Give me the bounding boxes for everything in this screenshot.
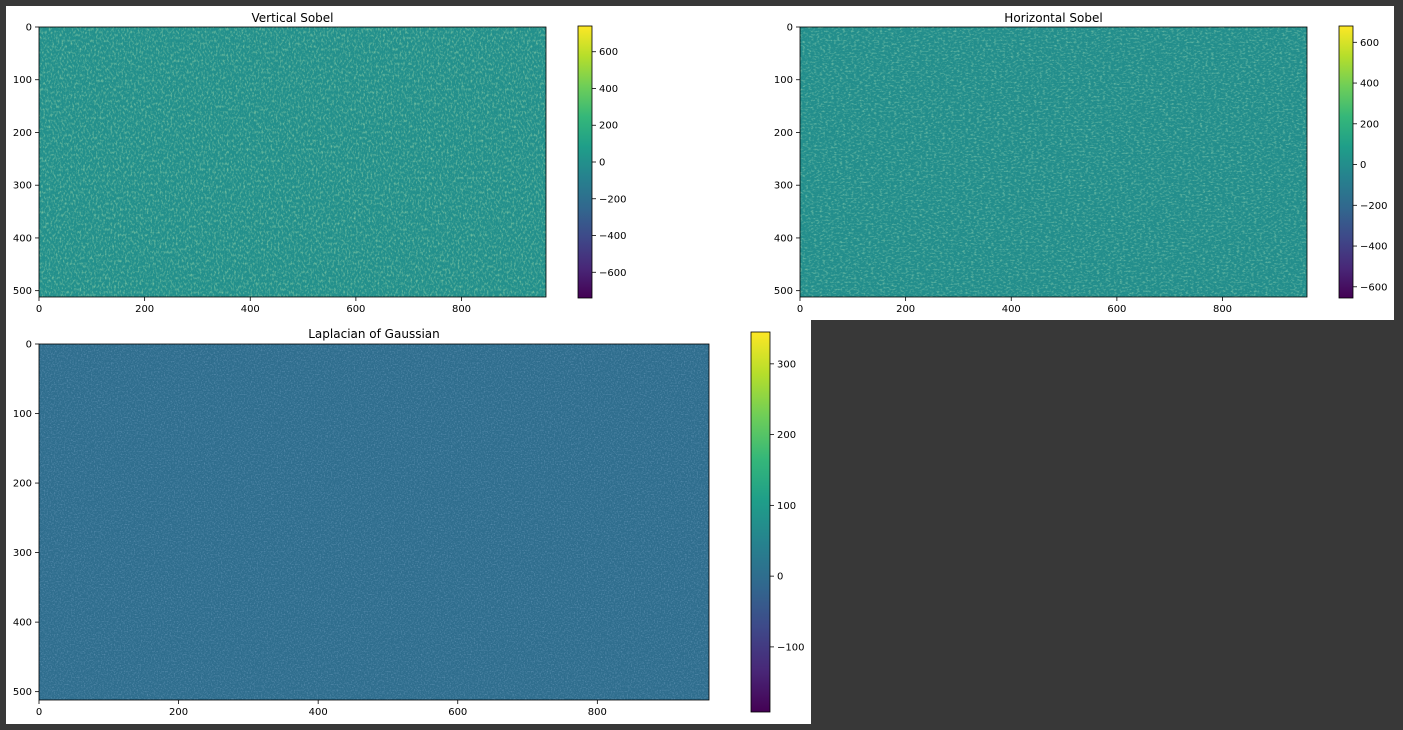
chart-1-xtick-label: 0 <box>36 304 42 315</box>
chart-1-ytick-label: 0 <box>26 23 32 34</box>
chart-2-colorbar <box>1338 25 1354 299</box>
chart-2-ytick-label: 0 <box>787 23 793 34</box>
chart-2: Horizontal Sobel 0 200 400 600 800 0 100 200 300 4… <box>774 11 1388 315</box>
chart-1-xtick-label: 600 <box>346 304 365 315</box>
chart-3-ytick-label: 100 <box>13 409 32 420</box>
chart-2-xtick-label: 0 <box>797 304 803 315</box>
chart-2-ytick-label: 400 <box>774 233 793 244</box>
chart-3-xtick-label: 800 <box>588 707 607 718</box>
chart-1-ytick-label: 100 <box>13 75 32 86</box>
chart-3-colorbar-tick-label: 200 <box>777 430 796 441</box>
chart-3-colorbar-tick-label: 0 <box>777 572 783 583</box>
chart-1-title: Vertical Sobel <box>251 11 333 25</box>
chart-2-image-texture <box>800 27 1307 297</box>
chart-3-ytick-label: 400 <box>13 618 32 629</box>
chart-3-ytick-label: 200 <box>13 479 32 490</box>
chart-1-colorbar-tick-label: 400 <box>599 84 618 95</box>
chart-1-xtick-label: 800 <box>452 304 471 315</box>
chart-2-xtick-label: 400 <box>1002 304 1021 315</box>
chart-3-ytick-label: 500 <box>13 687 32 698</box>
chart-3-colorbar <box>750 331 771 713</box>
chart-1-colorbar <box>577 25 593 299</box>
chart-2-colorbar-tick-label: 400 <box>1360 79 1379 90</box>
chart-3-image-texture <box>39 344 709 700</box>
chart-2-xtick-label: 200 <box>896 304 915 315</box>
chart-1-image-texture <box>39 27 546 297</box>
chart-2-xtick-label: 600 <box>1107 304 1126 315</box>
chart-2-colorbar-tick-label: −600 <box>1360 282 1387 293</box>
chart-1-ytick-label: 400 <box>13 233 32 244</box>
chart-1-xtick-label: 200 <box>135 304 154 315</box>
chart-2-ytick-label: 200 <box>774 128 793 139</box>
chart-3-ytick-label: 0 <box>26 340 32 351</box>
chart-3-xtick-label: 600 <box>448 707 467 718</box>
chart-2-colorbar-tick-label: −200 <box>1360 201 1387 212</box>
chart-3-ytick-label: 300 <box>13 548 32 559</box>
chart-3-xtick-label: 200 <box>169 707 188 718</box>
chart-2-title: Horizontal Sobel <box>1004 11 1102 25</box>
chart-1: Vertical Sobel 0 200 400 600 800 0 100 200 300 400… <box>13 11 627 315</box>
chart-1-xtick-label: 400 <box>241 304 260 315</box>
chart-1-colorbar-tick-label: −200 <box>599 194 626 205</box>
chart-3-xtick-label: 400 <box>309 707 328 718</box>
chart-2-colorbar-tick-label: 200 <box>1360 119 1379 130</box>
chart-3-colorbar-tick-label: 300 <box>777 359 796 370</box>
chart-1-colorbar-tick-label: −400 <box>599 231 626 242</box>
chart-1-ytick-label: 200 <box>13 128 32 139</box>
chart-2-ytick-label: 100 <box>774 75 793 86</box>
chart-3-xtick-label: 0 <box>36 707 42 718</box>
chart-3-colorbar-tick-label: −100 <box>777 642 804 653</box>
chart-1-colorbar-tick-label: 0 <box>599 158 605 169</box>
chart-2-colorbar-tick-label: 0 <box>1360 160 1366 171</box>
chart-3: Laplacian of Gaussian 0 200 400 600 800 0 100 20… <box>13 327 805 718</box>
chart-1-colorbar-tick-label: 600 <box>599 47 618 58</box>
chart-3-title: Laplacian of Gaussian <box>308 327 439 341</box>
chart-3-colorbar-tick-label: 100 <box>777 501 796 512</box>
chart-2-ytick-label: 300 <box>774 181 793 192</box>
chart-1-colorbar-tick-label: 200 <box>599 121 618 132</box>
chart-1-ytick-label: 500 <box>13 286 32 297</box>
chart-1-colorbar-tick-label: −600 <box>599 268 626 279</box>
chart-1-ytick-label: 300 <box>13 181 32 192</box>
figure-canvas: Vertical Sobel 0 200 400 600 800 0 100 200 300 400… <box>13 11 1388 718</box>
chart-2-ytick-label: 500 <box>774 286 793 297</box>
chart-2-xtick-label: 800 <box>1213 304 1232 315</box>
chart-2-colorbar-tick-label: −400 <box>1360 242 1387 253</box>
chart-2-colorbar-tick-label: 600 <box>1360 38 1379 49</box>
